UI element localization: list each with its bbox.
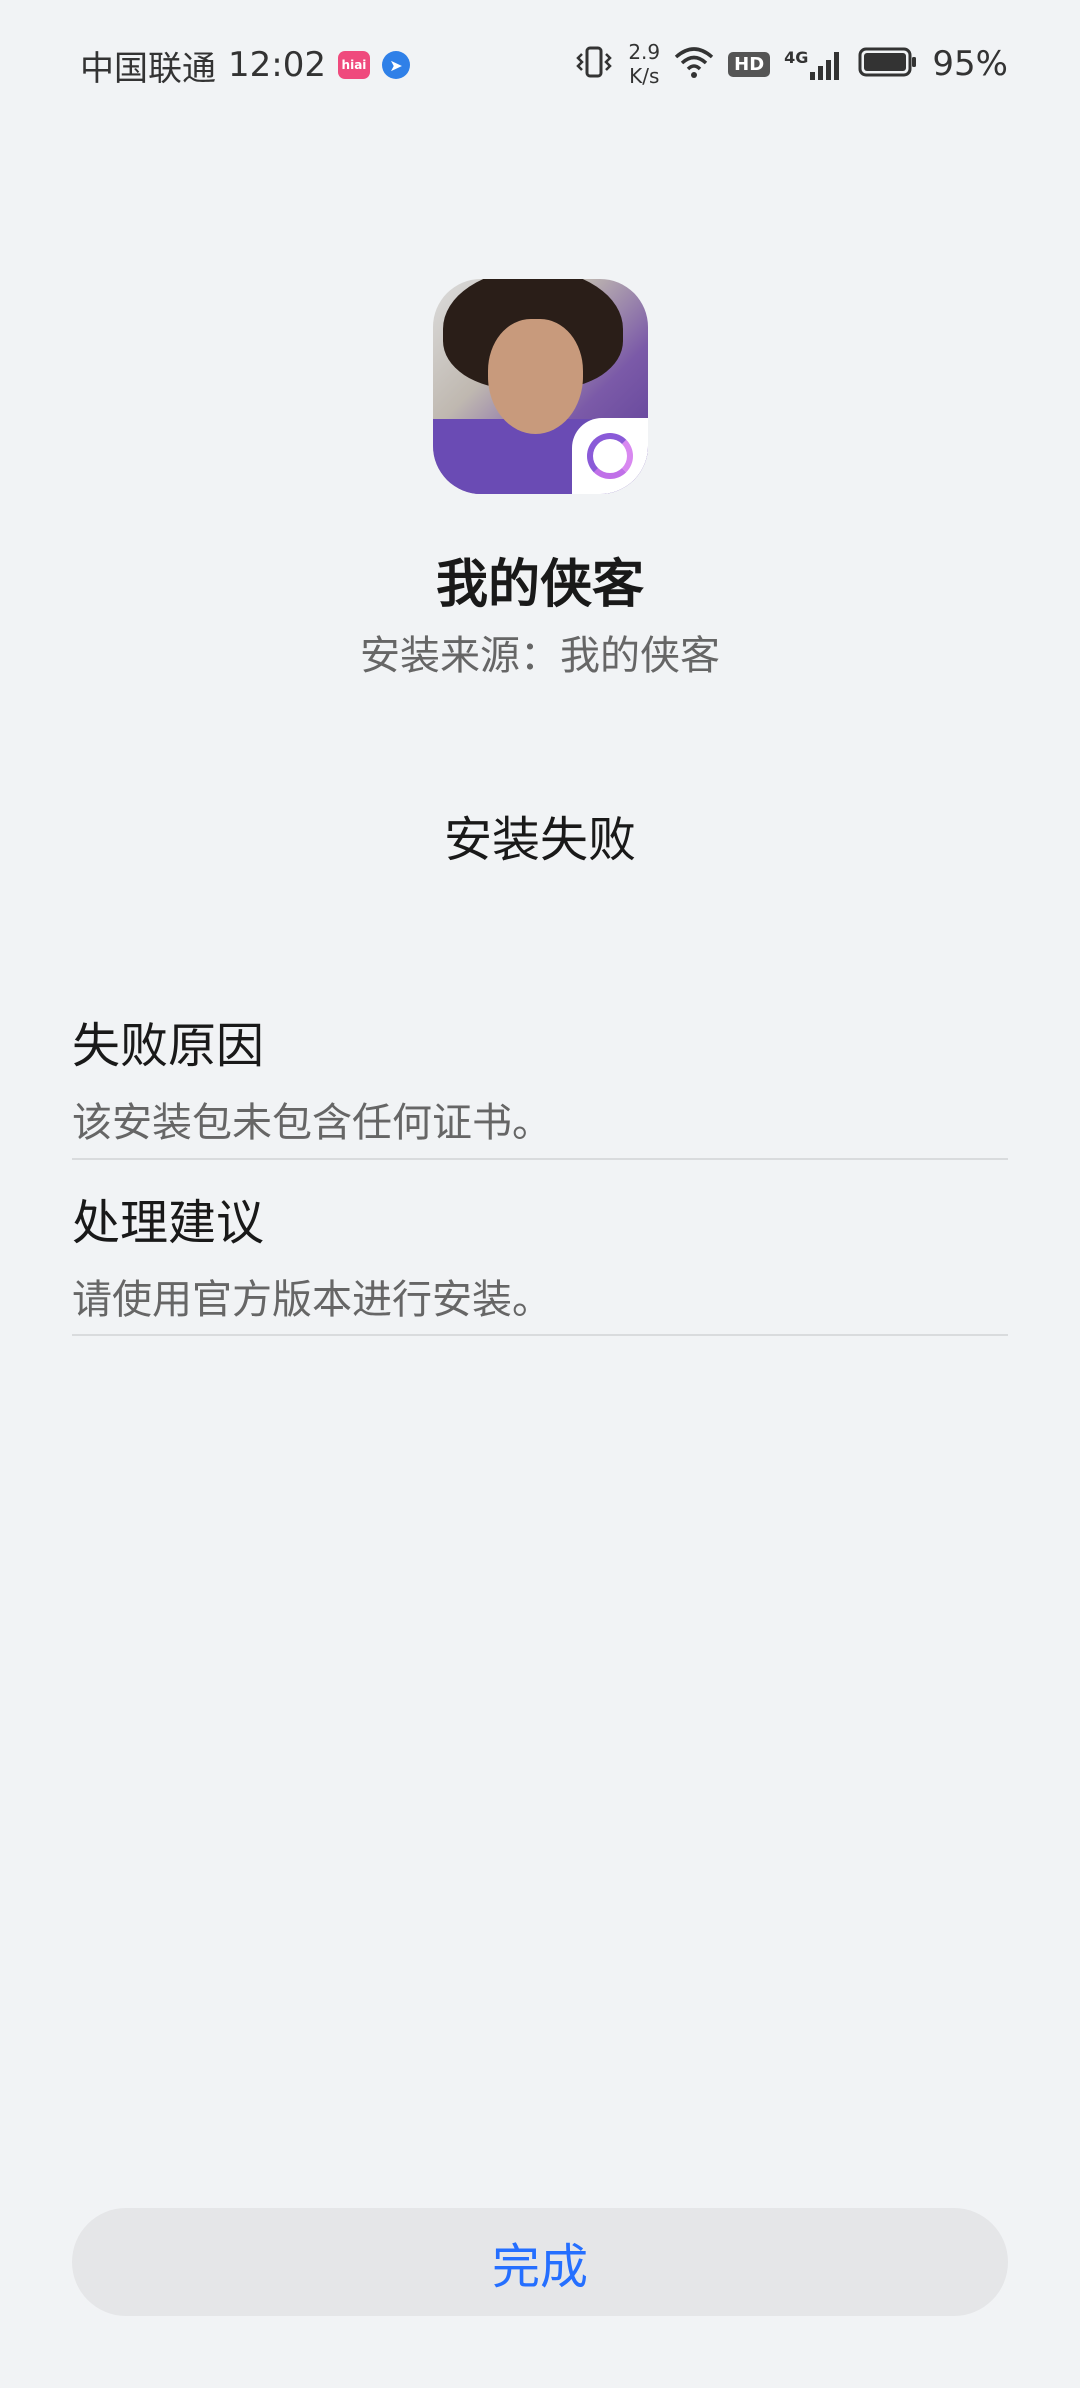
vibrate-icon — [574, 44, 614, 84]
signal-icon: 4G — [784, 48, 844, 80]
divider — [72, 1158, 1008, 1160]
network-speed: 2.9 K/s — [628, 40, 660, 88]
network-speed-unit: K/s — [629, 64, 660, 88]
suggestion-detail: 请使用官方版本进行安装。 — [72, 1277, 552, 1323]
battery-percentage: 95% — [932, 44, 1008, 84]
clock: 12:02 — [228, 45, 326, 85]
status-bar-right: 2.9 K/s HD 4G 95% — [574, 36, 1008, 92]
app-name: 我的侠客 — [435, 555, 644, 615]
done-button[interactable]: 完成 — [72, 2208, 1008, 2316]
suggestion-section: 处理建议 请使用官方版本进行安装。 — [72, 1183, 1008, 1325]
failure-reason-detail: 该安装包未包含任何证书。 — [72, 1100, 552, 1146]
network-type: 4G — [784, 48, 809, 67]
install-source: 安装来源：我的侠客 — [360, 633, 720, 679]
hd-icon: HD — [728, 51, 771, 77]
carrier-name: 中国联通 — [80, 48, 216, 89]
failure-reason-title: 失败原因 — [72, 1018, 265, 1074]
status-bar: 中国联通 12:02 hiai ➤ 2.9 K/s HD 4G 95% — [0, 0, 1080, 130]
wifi-icon — [674, 45, 714, 83]
notification-app-icon: hiai — [337, 51, 370, 79]
game-center-badge-icon — [572, 418, 648, 494]
install-status: 安装失败 — [443, 812, 636, 868]
status-bar-left: 中国联通 12:02 hiai ➤ — [80, 42, 410, 89]
suggestion-title: 处理建议 — [72, 1195, 265, 1251]
failure-reason-section: 失败原因 该安装包未包含任何证书。 — [72, 1006, 1008, 1148]
app-icon — [433, 279, 648, 494]
navigation-app-icon: ➤ — [381, 51, 410, 79]
battery-icon — [858, 46, 918, 82]
network-speed-value: 2.9 — [628, 40, 661, 64]
divider — [72, 1334, 1008, 1336]
